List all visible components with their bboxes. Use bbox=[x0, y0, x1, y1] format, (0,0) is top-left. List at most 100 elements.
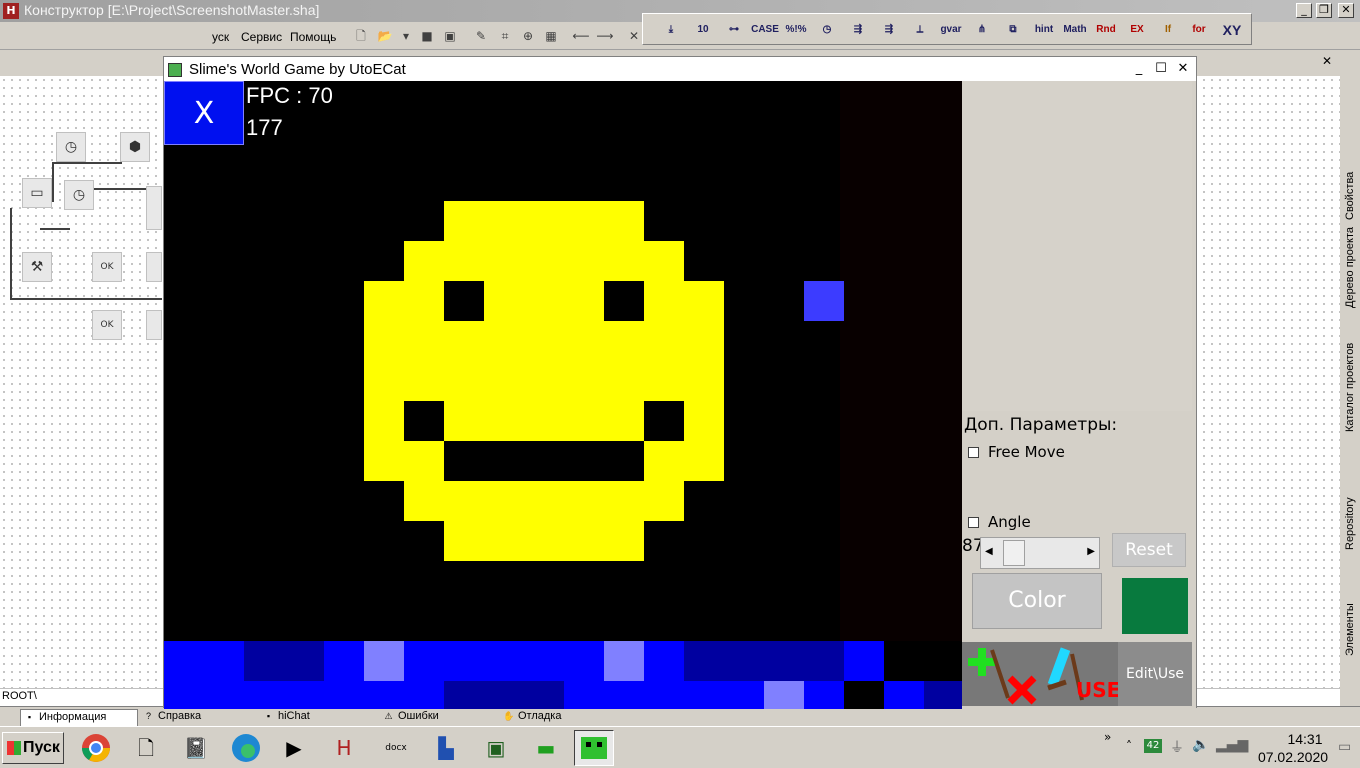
free-move-checkbox[interactable] bbox=[968, 447, 979, 458]
shape-node[interactable]: ⬢ bbox=[120, 132, 150, 162]
tray-badge[interactable]: 42 bbox=[1144, 739, 1162, 753]
array-node[interactable] bbox=[146, 186, 162, 230]
component-if-icon[interactable]: If bbox=[1154, 17, 1182, 43]
smiley-pixel bbox=[404, 241, 684, 281]
minimize-button[interactable]: _ bbox=[1296, 3, 1312, 18]
help-icon: ? bbox=[145, 711, 151, 721]
undo-icon[interactable]: ⟵ bbox=[572, 28, 590, 44]
game-window-node[interactable]: ⚒ bbox=[22, 252, 52, 282]
ground-tile bbox=[924, 681, 962, 709]
component-format-icon[interactable]: %!% bbox=[782, 17, 810, 43]
game-maximize-button[interactable]: ☐ bbox=[1152, 61, 1170, 78]
component-split-icon[interactable]: ⇶ bbox=[844, 17, 872, 43]
button-node[interactable]: OK bbox=[92, 252, 122, 282]
color-swatch[interactable] bbox=[1122, 578, 1188, 634]
component-link-icon[interactable]: ⊶ bbox=[720, 17, 748, 43]
select-icon[interactable]: ⌗ bbox=[496, 28, 514, 44]
game-canvas[interactable]: X FPC : 70 177 bbox=[164, 81, 962, 709]
color-button[interactable]: Color bbox=[972, 573, 1102, 629]
reset-button[interactable]: Reset bbox=[1112, 533, 1186, 567]
slider-thumb[interactable] bbox=[1003, 540, 1025, 566]
tab-errors[interactable]: ⚠ Ошибки bbox=[380, 709, 498, 726]
close-button[interactable]: ✕ bbox=[1338, 3, 1354, 18]
buildings-icon[interactable]: ▙ bbox=[426, 730, 466, 766]
output-node[interactable] bbox=[146, 252, 162, 282]
film-icon[interactable]: ▬ bbox=[526, 730, 566, 766]
dock-tab-elements[interactable]: Элементы bbox=[1341, 586, 1359, 656]
usb-icon[interactable]: ⏚ bbox=[1170, 737, 1184, 757]
angle-checkbox[interactable] bbox=[968, 517, 979, 528]
media-player-icon[interactable]: ▶ bbox=[274, 730, 314, 766]
delete-icon[interactable]: ✕ bbox=[625, 28, 643, 44]
component-counter-icon[interactable]: 10 bbox=[689, 17, 717, 43]
dock-tab-project-tree[interactable]: Дерево проекта bbox=[1341, 198, 1359, 308]
tray-expand-icon[interactable]: ˄ bbox=[1126, 739, 1132, 753]
component-rnd-icon[interactable]: Rnd bbox=[1092, 17, 1120, 43]
notifications-icon[interactable]: ▭ bbox=[1338, 739, 1351, 755]
angle-slider[interactable]: ◀ ▶ bbox=[980, 537, 1100, 569]
add-remove-button[interactable] bbox=[962, 642, 1042, 706]
component-merge-icon[interactable]: ⇶ bbox=[875, 17, 903, 43]
component-hint-icon[interactable]: hint bbox=[1030, 17, 1058, 43]
form-node[interactable]: ▭ bbox=[22, 178, 52, 208]
grid-icon[interactable]: ▦ bbox=[542, 28, 560, 44]
dock-tab-repository[interactable]: Repository bbox=[1341, 470, 1359, 550]
tab-hichat[interactable]: ▪ hiChat bbox=[260, 709, 378, 726]
dock-tab-project-catalog[interactable]: Каталог проектов bbox=[1341, 312, 1359, 432]
panel-close-icon[interactable]: ✕ bbox=[1322, 54, 1332, 68]
file-icon[interactable]: 🗋 bbox=[126, 730, 166, 766]
slider-right-arrow-icon[interactable]: ▶ bbox=[1087, 546, 1095, 557]
game-exit-button[interactable]: X bbox=[164, 81, 244, 145]
network-signal-icon[interactable]: ▂▄▆ bbox=[1216, 737, 1248, 753]
chrome-icon[interactable] bbox=[76, 730, 116, 766]
component-for-icon[interactable]: for bbox=[1185, 17, 1213, 43]
edit-icon[interactable]: ✎ bbox=[472, 28, 490, 44]
open-folder-icon[interactable]: 📂 bbox=[376, 28, 394, 44]
link-icon[interactable]: ⊕ bbox=[519, 28, 537, 44]
component-timer-icon[interactable]: ◷ bbox=[813, 17, 841, 43]
save-all-icon[interactable]: ▣ bbox=[441, 28, 459, 44]
overflow-chevron-icon[interactable]: » bbox=[1104, 730, 1111, 744]
docx-icon[interactable]: docx bbox=[376, 730, 416, 766]
timer-node[interactable]: ◷ bbox=[64, 180, 94, 210]
output-node[interactable] bbox=[146, 310, 162, 340]
start-button[interactable]: Пуск bbox=[2, 732, 64, 764]
restore-button[interactable]: ❐ bbox=[1316, 3, 1332, 18]
network-icon[interactable]: ▣ bbox=[476, 730, 516, 766]
tab-info[interactable]: ▪ Информация bbox=[20, 709, 138, 726]
menu-help[interactable]: Помощь bbox=[290, 30, 336, 44]
menu-run[interactable]: уск bbox=[212, 30, 229, 44]
component-math-icon[interactable]: Math bbox=[1061, 17, 1089, 43]
tab-help[interactable]: ? Справка bbox=[140, 709, 258, 726]
clock-time[interactable]: 14:31 bbox=[1270, 731, 1340, 747]
slider-left-arrow-icon[interactable]: ◀ bbox=[985, 546, 993, 557]
debug-icon: ✋ bbox=[503, 711, 515, 721]
component-ex-icon[interactable]: EX bbox=[1123, 17, 1151, 43]
component-blocks-icon[interactable]: ⧉ bbox=[999, 17, 1027, 43]
timer-node[interactable]: ◷ bbox=[56, 132, 86, 162]
component-case-icon[interactable]: CASE bbox=[751, 17, 779, 43]
clock-date[interactable]: 07.02.2020 bbox=[1248, 749, 1338, 765]
component-tree-icon[interactable]: ⋔ bbox=[968, 17, 996, 43]
edge-icon[interactable] bbox=[226, 730, 266, 766]
component-download-icon[interactable]: ⤓ bbox=[657, 17, 685, 43]
game-close-button[interactable]: ✕ bbox=[1174, 61, 1192, 78]
component-gvar-icon[interactable]: gvar bbox=[937, 17, 965, 43]
new-file-icon[interactable]: 🗋 bbox=[352, 28, 370, 44]
redo-icon[interactable]: ⟶ bbox=[596, 28, 614, 44]
edit-use-button[interactable]: Edit\Use bbox=[1118, 642, 1192, 706]
component-switch-icon[interactable]: ⟂ bbox=[906, 17, 934, 43]
tab-debug[interactable]: ✋ Отладка bbox=[500, 709, 618, 726]
component-xy-icon[interactable]: XY bbox=[1218, 17, 1246, 43]
use-button[interactable]: USE bbox=[1042, 642, 1120, 706]
game-title-bar[interactable]: Slime's World Game by UtoECat _ ☐ ✕ bbox=[164, 57, 1196, 82]
game-minimize-button[interactable]: _ bbox=[1130, 61, 1148, 78]
volume-icon[interactable]: 🔈 bbox=[1192, 737, 1209, 753]
button-node[interactable]: OK bbox=[92, 310, 122, 340]
save-icon[interactable]: ■ bbox=[418, 28, 436, 44]
hiasm-icon[interactable]: Н bbox=[324, 730, 364, 766]
dropdown-arrow-icon[interactable]: ▾ bbox=[397, 28, 415, 44]
menu-service[interactable]: Сервис bbox=[241, 30, 282, 44]
notepad-icon[interactable]: 📓 bbox=[176, 730, 216, 766]
slime-game-icon[interactable] bbox=[574, 730, 614, 766]
